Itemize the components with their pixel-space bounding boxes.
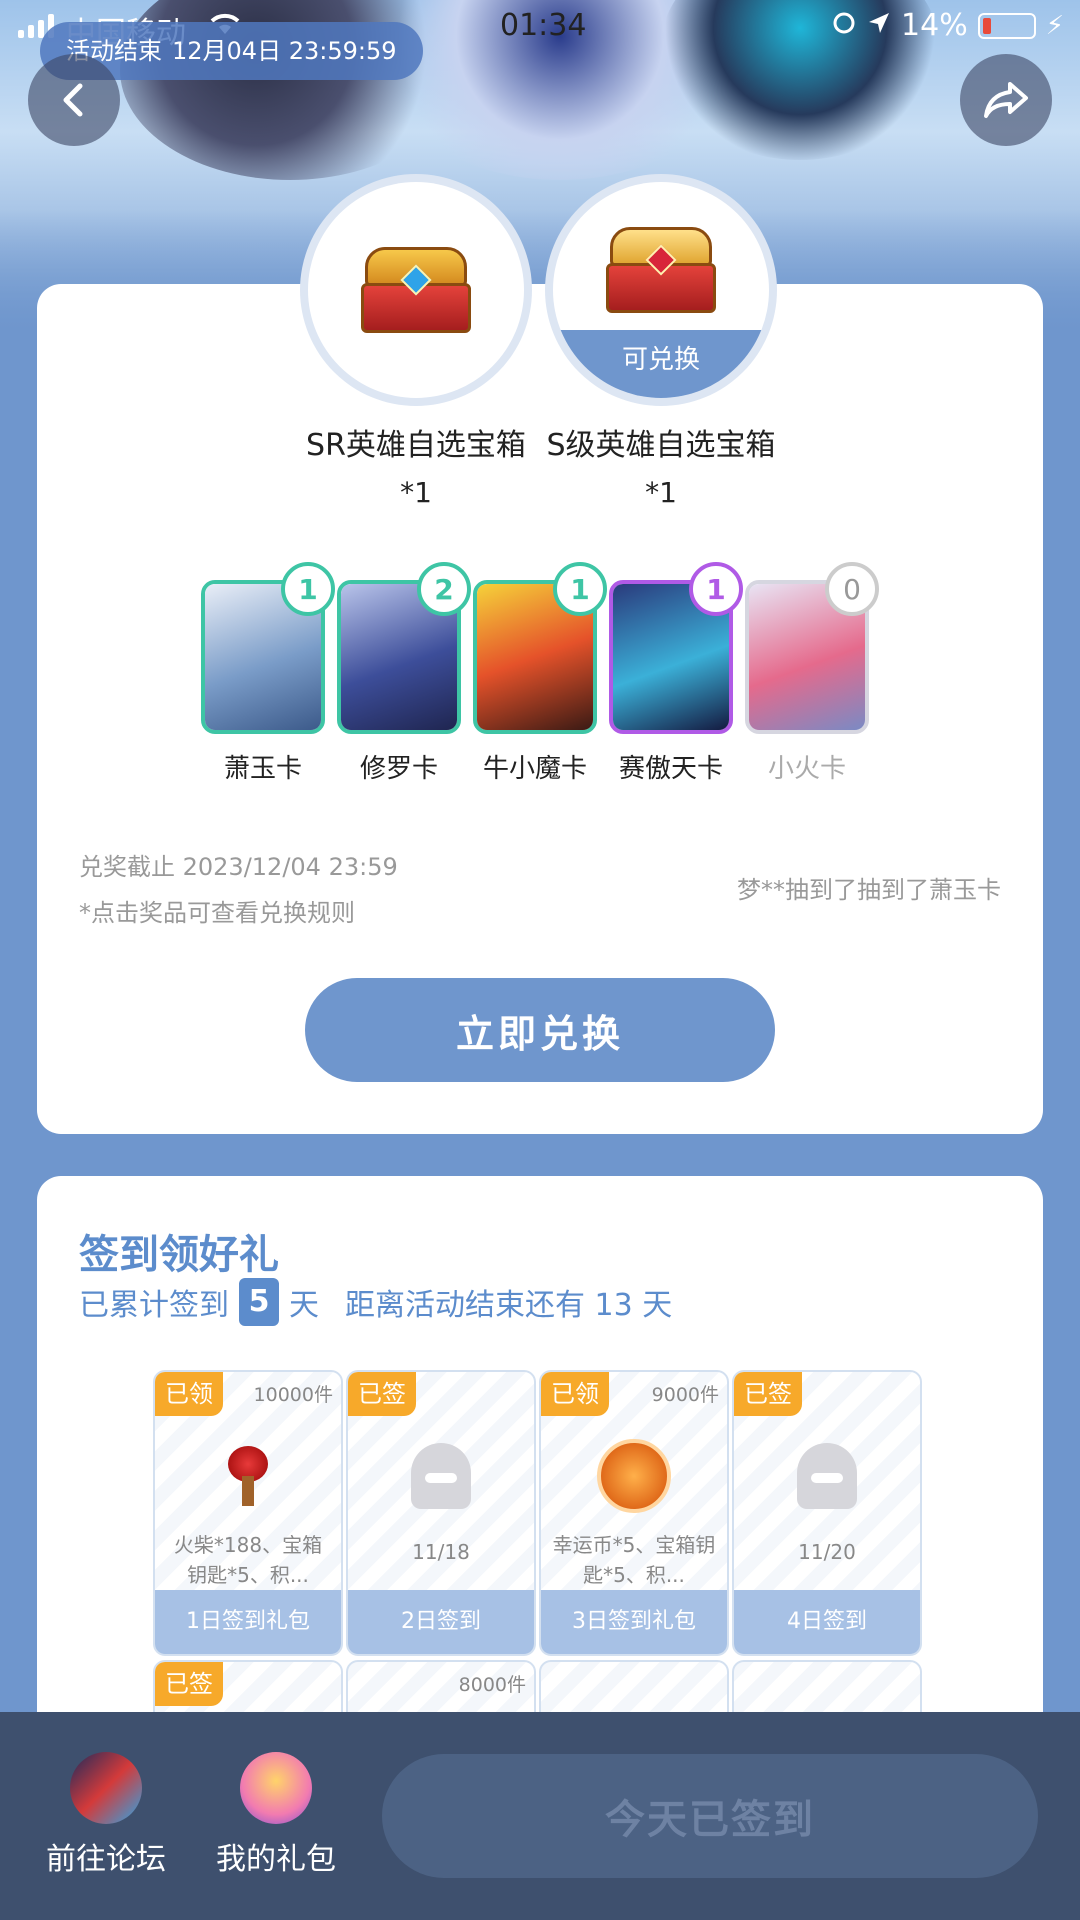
checkin-grid: 已领 10000件 火柴*188、宝箱钥匙*5、积... 1日签到礼包 已签 1… bbox=[153, 1370, 922, 1730]
bottom-bar: 前往论坛 我的礼包 今天已签到 bbox=[0, 1712, 1080, 1920]
checkin-date: 11/20 bbox=[798, 1540, 856, 1564]
checkin-day-2[interactable]: 已签 11/18 2日签到 bbox=[346, 1370, 536, 1656]
hero-card-xiuluo[interactable]: 2 修罗卡 bbox=[337, 562, 471, 785]
gift-label: 我的礼包 bbox=[216, 1842, 336, 1877]
prize-sr-chest[interactable]: SR英雄自选宝箱 *1 bbox=[300, 174, 532, 509]
chest-icon bbox=[606, 227, 716, 313]
stock-count: 9000件 bbox=[651, 1384, 719, 1406]
hero-card-niuxiaomo[interactable]: 1 牛小魔卡 bbox=[473, 562, 607, 785]
exchange-info: 兑奖截止 2023/12/04 23:59 *点击奖品可查看兑换规则 bbox=[79, 844, 398, 936]
checkin-day-1[interactable]: 已领 10000件 火柴*188、宝箱钥匙*5、积... 1日签到礼包 bbox=[153, 1370, 343, 1656]
exchange-card: SR英雄自选宝箱 *1 可兑换 S级英雄自选宝箱 *1 1 萧玉卡 2 修罗卡 … bbox=[37, 174, 1043, 1134]
winner-ticker: 梦**抽到了抽到了萧玉卡 bbox=[737, 876, 1001, 904]
location-icon bbox=[867, 8, 891, 43]
hero-card-xiaoyu[interactable]: 1 萧玉卡 bbox=[201, 562, 335, 785]
battery-percent: 14% bbox=[901, 8, 968, 43]
placeholder-avatar-icon bbox=[797, 1443, 857, 1509]
prize-name: S级英雄自选宝箱 bbox=[546, 428, 776, 463]
count-badge: 0 bbox=[825, 562, 879, 616]
hero-name: 修罗卡 bbox=[359, 754, 438, 784]
count-badge: 2 bbox=[417, 562, 471, 616]
signed-today-button[interactable]: 今天已签到 bbox=[382, 1754, 1038, 1878]
checkin-day-3[interactable]: 已领 9000件 幸运币*5、宝箱钥匙*5、积... 3日签到礼包 bbox=[539, 1370, 729, 1656]
reward-desc: 火柴*188、宝箱钥匙*5、积... bbox=[173, 1533, 323, 1587]
exchangeable-badge: 可兑换 bbox=[553, 330, 769, 398]
checkin-unit: 天 bbox=[289, 1288, 319, 1323]
battery-icon bbox=[977, 12, 1036, 39]
my-gifts-button[interactable]: 我的礼包 bbox=[206, 1752, 346, 1878]
share-icon bbox=[984, 82, 1028, 118]
share-button[interactable] bbox=[960, 54, 1052, 146]
hero-name: 牛小魔卡 bbox=[482, 754, 587, 784]
day-label: 4日签到 bbox=[734, 1590, 920, 1654]
day-label: 1日签到礼包 bbox=[155, 1590, 341, 1654]
placeholder-avatar-icon bbox=[411, 1443, 471, 1509]
checkin-title: 签到领好礼 bbox=[79, 1232, 279, 1278]
day-label: 2日签到 bbox=[348, 1590, 534, 1654]
status-tag: 已签 bbox=[348, 1372, 416, 1416]
hero-card-xiaohuo[interactable]: 0 小火卡 bbox=[745, 562, 879, 785]
hero-name: 赛傲天卡 bbox=[618, 754, 723, 784]
prize-count: *1 bbox=[400, 476, 432, 509]
prize-count: *1 bbox=[645, 476, 677, 509]
back-button[interactable] bbox=[28, 54, 120, 146]
reward-desc: 幸运币*5、宝箱钥匙*5、积... bbox=[552, 1533, 716, 1587]
hero-card-saoaotian[interactable]: 1 赛傲天卡 bbox=[609, 562, 743, 785]
clock: 01:34 bbox=[500, 8, 587, 43]
chest-icon bbox=[361, 247, 471, 333]
status-tag: 已领 bbox=[155, 1372, 223, 1416]
status-tag: 已签 bbox=[734, 1372, 802, 1416]
status-tag: 已领 bbox=[541, 1372, 609, 1416]
charging-icon: ⚡ bbox=[1045, 10, 1064, 41]
redeem-button[interactable]: 立即兑换 bbox=[305, 978, 775, 1082]
status-tag: 已签 bbox=[155, 1662, 223, 1706]
forum-label: 前往论坛 bbox=[46, 1842, 166, 1877]
remaining-days: 距离活动结束还有 13 天 bbox=[345, 1288, 673, 1323]
alarm-icon bbox=[831, 8, 857, 43]
deadline-text: 兑奖截止 2023/12/04 23:59 bbox=[79, 853, 398, 881]
lucky-coin-icon bbox=[597, 1439, 671, 1513]
event-end-time: 12月04日 23:59:59 bbox=[172, 37, 397, 65]
prize-name: SR英雄自选宝箱 bbox=[306, 428, 526, 463]
checkin-days: 5 bbox=[239, 1278, 279, 1326]
gift-icon bbox=[240, 1752, 312, 1824]
checkin-day-4[interactable]: 已签 11/20 4日签到 bbox=[732, 1370, 922, 1656]
count-badge: 1 bbox=[689, 562, 743, 616]
stock-count: 10000件 bbox=[253, 1384, 333, 1406]
hero-card-list: 1 萧玉卡 2 修罗卡 1 牛小魔卡 1 赛傲天卡 0 小火卡 bbox=[201, 562, 879, 785]
matches-icon bbox=[228, 1446, 268, 1506]
checkin-prefix: 已累计签到 bbox=[79, 1288, 229, 1323]
forum-button[interactable]: 前往论坛 bbox=[36, 1752, 176, 1878]
stock-count: 8000件 bbox=[458, 1674, 526, 1696]
count-badge: 1 bbox=[281, 562, 335, 616]
chevron-left-icon bbox=[63, 83, 83, 117]
rule-hint: *点击奖品可查看兑换规则 bbox=[79, 899, 355, 927]
day-label: 3日签到礼包 bbox=[541, 1590, 727, 1654]
checkin-summary: 已累计签到 5 天 距离活动结束还有 13 天 bbox=[79, 1278, 672, 1326]
hero-name: 小火卡 bbox=[767, 754, 846, 784]
count-badge: 1 bbox=[553, 562, 607, 616]
hero-name: 萧玉卡 bbox=[223, 754, 302, 784]
checkin-date: 11/18 bbox=[412, 1540, 470, 1564]
prize-s-chest[interactable]: 可兑换 S级英雄自选宝箱 *1 bbox=[545, 174, 777, 509]
forum-icon bbox=[70, 1752, 142, 1824]
